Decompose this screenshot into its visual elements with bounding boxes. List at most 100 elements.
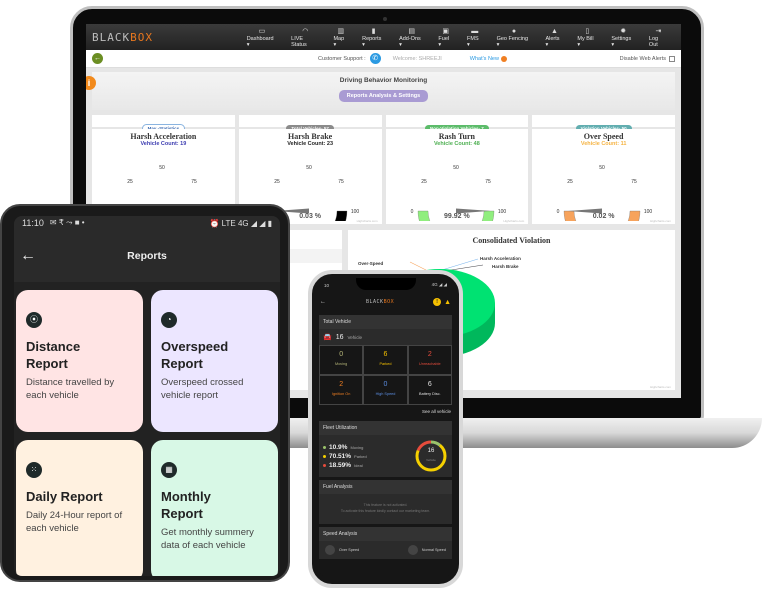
tick-label-25: 25 (567, 179, 573, 185)
nav-item[interactable]: ▣ Fuel ▾ (431, 27, 460, 48)
report-card[interactable]: ⁙ Daily Report Daily 24-Hour report of eac… (16, 440, 143, 576)
logout-icon: ⇥ (655, 27, 662, 35)
nav-item[interactable]: ▯ My Bill ▾ (570, 27, 604, 48)
report-description: Daily 24-Hour report of each vehicle (26, 510, 123, 534)
blackbox-logo[interactable]: BLACKBOX (92, 31, 240, 44)
fuel-icon: ▣ (442, 27, 450, 35)
pin-icon: ● (511, 27, 517, 35)
fuel-msg-line2: To activate this feature kindly contact … (340, 509, 431, 513)
status-count: 2 (427, 351, 432, 358)
tick-label-25: 25 (421, 179, 427, 185)
nav-item[interactable]: ▥ Map ▾ (326, 27, 355, 48)
tick-label-75: 75 (631, 179, 637, 185)
nav-label: Reports ▾ (362, 35, 382, 48)
back-button[interactable]: ← (92, 53, 103, 64)
gauge-tick (575, 183, 583, 192)
highcharts-credit[interactable]: Highcharts.com (503, 219, 524, 223)
label-harsh-acceleration: Harsh Acceleration (480, 256, 521, 261)
fleet-label: Moving (350, 444, 364, 450)
reports-analysis-button[interactable]: Reports Analysis & Settings (338, 90, 429, 102)
nav-item[interactable]: ◠ LIVE Status (284, 27, 326, 48)
total-vehicle-count: 🚘 16 Vehicle (319, 329, 452, 345)
status-label: Moving (335, 362, 348, 366)
nav-label: Add-Ons ▾ (399, 35, 421, 48)
highcharts-credit[interactable]: Highcharts.com (650, 385, 671, 389)
tick-label-75: 75 (191, 179, 197, 185)
reports-title: Reports (127, 250, 167, 262)
normal-speed-label: Normal Speed (421, 548, 446, 552)
nav-item[interactable]: ▬ FMS ▾ (460, 27, 490, 48)
monitor-icon: ▭ (258, 27, 266, 35)
status-cell[interactable]: 0 High Speed (363, 375, 408, 405)
location-pin-icon: ⦿ (26, 312, 42, 328)
phone-logo-box: BOX (383, 299, 395, 305)
fuel-message: This feature is not activated. To activat… (319, 494, 452, 524)
phone-back-icon[interactable]: ← (320, 299, 326, 305)
report-cards-grid: ⦿ Distance Report Distance travelled by ea… (14, 282, 280, 576)
normal-speed-item[interactable]: Normal Speed (407, 545, 446, 555)
car-icon: 🚘 (323, 334, 332, 341)
nav-item[interactable]: ▮ Reports ▾ (355, 27, 392, 48)
status-count: 0 (339, 351, 344, 358)
fleet-label: Parked (354, 453, 367, 459)
nav-item[interactable]: ▭ Dashboard ▾ (240, 27, 284, 48)
total-vehicle-title: Total Vehicle (319, 315, 452, 329)
gauge-title: Over Speed (583, 132, 624, 141)
status-cell[interactable]: 6 Battery Disc. (407, 375, 452, 405)
report-card[interactable]: ▦ Monthly Report Get monthly summery data … (151, 440, 278, 576)
disable-alerts-checkbox[interactable] (669, 55, 675, 62)
whats-new-link[interactable]: What's New (469, 55, 507, 62)
whats-new-label: What's New (469, 55, 499, 62)
over-speed-label: Over Speed (339, 548, 360, 552)
fleet-percent: 18.59% (329, 461, 352, 469)
gauge-card: Over Speed Vehicle Count: 11 50 25 75 0 … (532, 129, 675, 224)
chart-icon: ▤ (408, 27, 416, 35)
wifi-icon: ◠ (302, 27, 309, 35)
report-title: Monthly Report (161, 489, 211, 521)
phone-logo-black: BLACK (366, 299, 384, 305)
phone-bell-icon[interactable]: ▲ (444, 299, 451, 306)
report-icon: ▮ (371, 27, 376, 35)
status-cell[interactable]: 6 Parked (363, 345, 408, 375)
fleet-legend-row: 70.51% Parked (323, 453, 414, 460)
fuel-analysis-section: Fuel Analysis This feature is not activa… (319, 480, 452, 524)
panel-title: Driving Behavior Monitoring (339, 77, 428, 84)
report-card[interactable]: ◔ Overspeed Report Overspeed crossed vehic… (151, 290, 278, 432)
highcharts-credit[interactable]: Highcharts.com (357, 219, 378, 223)
highcharts-credit[interactable]: Highcharts.com (650, 219, 671, 223)
support-label: Customer Support : (318, 55, 366, 62)
status-cell[interactable]: 2 Unreachable (407, 345, 452, 375)
gauge-svg: 50 25 75 0 100 (410, 165, 506, 221)
gauge-tick (281, 183, 290, 192)
welcome-text: Welcome: SHREEJI (392, 55, 442, 62)
status-cell[interactable]: 2 Ignition On (319, 375, 364, 405)
nav-item[interactable]: ▤ Add-Ons ▾ (392, 27, 431, 48)
phone-info-icon[interactable]: ! (433, 298, 442, 306)
gauge-tick (134, 183, 143, 192)
see-all-vehicle-link[interactable]: See all vehicle (316, 405, 455, 418)
stat-cell: Total Vehicles- 57 (238, 115, 382, 132)
phone-notch (356, 278, 416, 290)
status-cell[interactable]: 0 Moving (319, 345, 364, 375)
phone-icon[interactable]: ✆ (369, 53, 381, 64)
tick-label-50: 50 (453, 165, 459, 171)
label-harsh-brake: Harsh Brake (492, 264, 519, 269)
fleet-utilization-body: 10.9% Moving 70.51% Parked 18.59% Ideal 16 Ve… (319, 435, 452, 477)
nav-item[interactable]: ✹ Settings ▾ (604, 27, 642, 48)
fleet-utilization-section: Fleet Utilization 10.9% Moving 70.51% Parke… (319, 421, 452, 477)
speedometer-icon: ◔ (161, 312, 177, 328)
nav-item[interactable]: ● Geo Fencing ▾ (490, 27, 539, 48)
stat-cell: May -Statistics (92, 115, 235, 133)
nav-item[interactable]: ⇥ Log Out (642, 27, 675, 48)
nav-item[interactable]: ▲ Alerts ▾ (538, 27, 570, 48)
report-title: Daily Report (26, 489, 103, 504)
fuel-analysis-title: Fuel Analysis (319, 480, 452, 494)
disable-web-alerts[interactable]: Disable Web Alerts (620, 55, 675, 62)
report-card[interactable]: ⦿ Distance Report Distance travelled by ea… (16, 290, 143, 432)
report-description: Overspeed crossed vehicle report (161, 377, 244, 401)
fleet-percent: 10.9% (329, 443, 348, 451)
chart-title: Consolidated Violation (472, 236, 551, 245)
back-arrow-icon[interactable]: ← (20, 247, 60, 265)
fleet-legend-row: 18.59% Ideal (323, 462, 414, 469)
over-speed-item[interactable]: Over Speed (325, 545, 359, 555)
